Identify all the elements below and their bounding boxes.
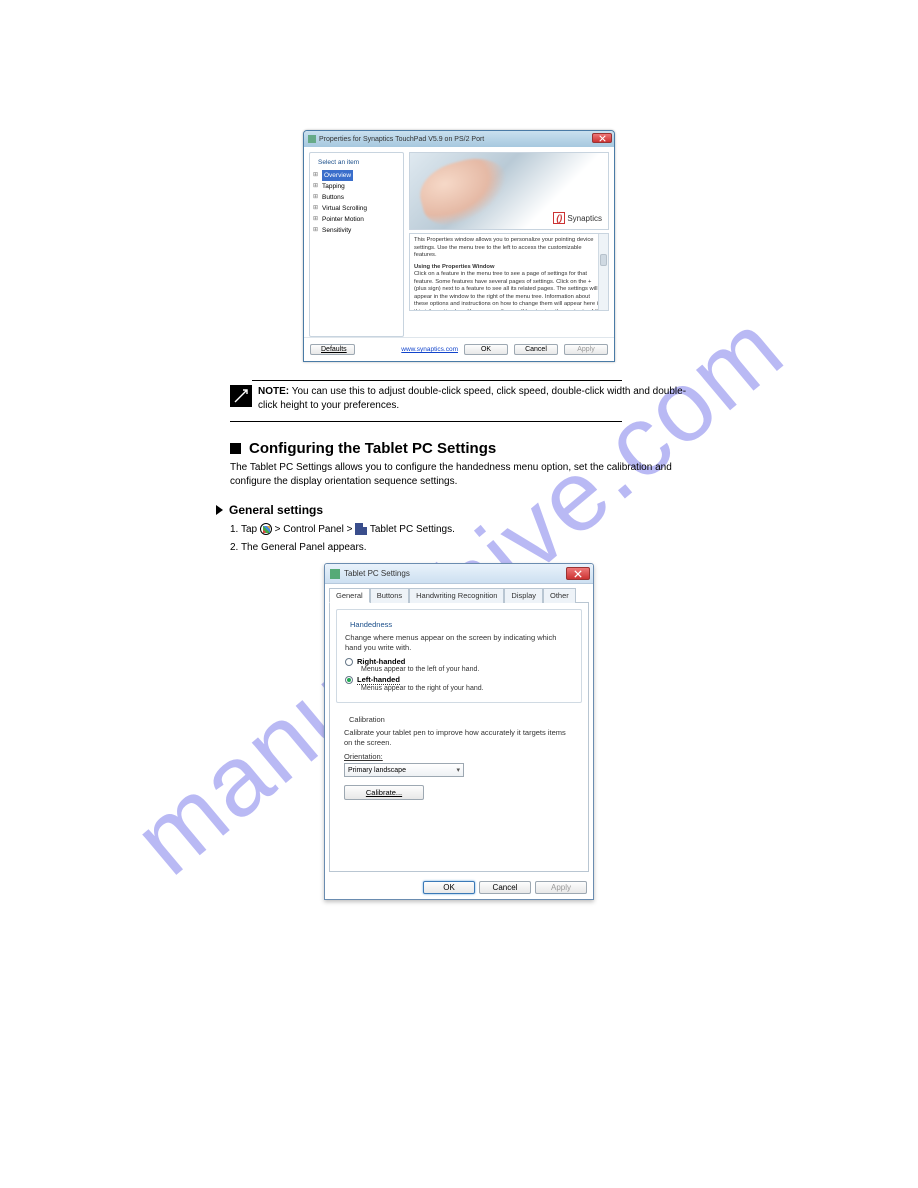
preview-image: () Synaptics bbox=[409, 152, 609, 230]
subsection-title: General settings bbox=[229, 503, 323, 517]
window-title: Tablet PC Settings bbox=[344, 569, 410, 578]
section-bullet-icon bbox=[230, 443, 241, 454]
close-button[interactable] bbox=[566, 567, 590, 580]
section-title: Configuring the Tablet PC Settings bbox=[249, 440, 496, 457]
document-page: Properties for Synaptics TouchPad V5.9 o… bbox=[0, 0, 918, 900]
tree-item[interactable]: Sensitivity bbox=[313, 225, 400, 236]
info-heading: Using the Properties Window bbox=[414, 264, 604, 272]
app-icon bbox=[330, 569, 340, 579]
tab-bar: General Buttons Handwriting Recognition … bbox=[325, 584, 593, 602]
orientation-label: Orientation: bbox=[344, 752, 574, 761]
radio-icon bbox=[345, 676, 353, 684]
ok-button[interactable]: OK bbox=[464, 344, 508, 355]
apply-button[interactable]: Apply bbox=[564, 344, 608, 355]
combobox-value: Primary landscape bbox=[348, 767, 406, 774]
tab-page: Handedness Change where menus appear on … bbox=[329, 602, 589, 872]
synaptics-logo-icon: () bbox=[553, 212, 565, 224]
radio-description: Menus appear to the right of your hand. bbox=[361, 685, 573, 692]
tab-buttons[interactable]: Buttons bbox=[370, 588, 409, 603]
chevron-down-icon: ▾ bbox=[456, 766, 460, 774]
subsection-arrow-icon bbox=[216, 505, 223, 515]
step-1: 1. Tap > Control Panel > Tablet PC Setti… bbox=[230, 521, 688, 539]
tab-general[interactable]: General bbox=[329, 588, 370, 603]
tree-item[interactable]: Overview bbox=[313, 170, 400, 181]
synaptics-window: Properties for Synaptics TouchPad V5.9 o… bbox=[303, 130, 615, 362]
step-2: 2. The General Panel appears. bbox=[230, 539, 688, 557]
radio-description: Menus appear to the left of your hand. bbox=[361, 666, 573, 673]
window-footer: Defaults www.synaptics.com OK Cancel App… bbox=[304, 337, 614, 361]
calibration-group: Calibration Calibrate your tablet pen to… bbox=[336, 711, 582, 808]
tree-item[interactable]: Tapping bbox=[313, 181, 400, 192]
radio-icon bbox=[345, 658, 353, 666]
cancel-button[interactable]: Cancel bbox=[514, 344, 558, 355]
close-icon bbox=[574, 570, 582, 578]
group-description: Change where menus appear on the screen … bbox=[345, 633, 573, 653]
info-box: This Properties window allows you to per… bbox=[409, 233, 609, 311]
app-icon bbox=[308, 135, 316, 143]
synaptics-logo: () Synaptics bbox=[553, 212, 602, 224]
cancel-button[interactable]: Cancel bbox=[479, 881, 531, 894]
windows-start-icon bbox=[260, 523, 272, 535]
group-label: Calibration bbox=[346, 715, 388, 724]
defaults-button[interactable]: Defaults bbox=[310, 344, 355, 355]
tab-other[interactable]: Other bbox=[543, 588, 576, 603]
orientation-combobox[interactable]: Primary landscape ▾ bbox=[344, 763, 464, 777]
radio-right-handed[interactable]: Right-handed bbox=[345, 657, 573, 666]
divider bbox=[230, 421, 622, 422]
tree-group: Select an item Overview Tapping Buttons … bbox=[309, 152, 404, 337]
tab-display[interactable]: Display bbox=[504, 588, 543, 603]
tree-item[interactable]: Pointer Motion bbox=[313, 214, 400, 225]
window-title: Properties for Synaptics TouchPad V5.9 o… bbox=[319, 136, 484, 143]
close-icon bbox=[599, 135, 606, 142]
apply-button[interactable]: Apply bbox=[535, 881, 587, 894]
note-heading: NOTE: bbox=[258, 386, 289, 397]
scrollbar-thumb[interactable] bbox=[600, 254, 607, 266]
group-label: Select an item bbox=[316, 157, 361, 168]
calibrate-button[interactable]: Calibrate... bbox=[344, 785, 424, 800]
tablet-settings-icon bbox=[355, 523, 367, 535]
scrollbar[interactable] bbox=[598, 234, 608, 310]
tablet-pc-window: Tablet PC Settings General Buttons Handw… bbox=[324, 563, 594, 900]
radio-left-handed[interactable]: Left-handed bbox=[345, 675, 573, 685]
close-button[interactable] bbox=[592, 133, 612, 143]
handedness-group: Handedness Change where menus appear on … bbox=[336, 609, 582, 703]
window-footer: OK Cancel Apply bbox=[325, 876, 593, 899]
tree-item[interactable]: Buttons bbox=[313, 192, 400, 203]
tree-item[interactable]: Virtual Scrolling bbox=[313, 203, 400, 214]
info-paragraph: Click on a feature in the menu tree to s… bbox=[414, 271, 604, 311]
divider bbox=[252, 380, 622, 381]
radio-label: Right-handed bbox=[357, 657, 405, 666]
note-text: NOTE: You can use this to adjust double-… bbox=[258, 385, 688, 413]
steps: 1. Tap > Control Panel > Tablet PC Setti… bbox=[230, 521, 688, 557]
radio-label: Left-handed bbox=[357, 675, 400, 685]
synaptics-link[interactable]: www.synaptics.com bbox=[401, 346, 458, 353]
group-description: Calibrate your tablet pen to improve how… bbox=[344, 728, 574, 748]
group-label: Handedness bbox=[347, 620, 395, 629]
note-icon bbox=[230, 385, 252, 407]
synaptics-logo-text: Synaptics bbox=[567, 214, 602, 223]
section-body: The Tablet PC Settings allows you to con… bbox=[230, 461, 688, 489]
titlebar: Tablet PC Settings bbox=[325, 564, 593, 584]
ok-button[interactable]: OK bbox=[423, 881, 475, 894]
info-paragraph: This Properties window allows you to per… bbox=[414, 237, 604, 260]
tab-handwriting[interactable]: Handwriting Recognition bbox=[409, 588, 504, 603]
titlebar: Properties for Synaptics TouchPad V5.9 o… bbox=[304, 131, 614, 147]
